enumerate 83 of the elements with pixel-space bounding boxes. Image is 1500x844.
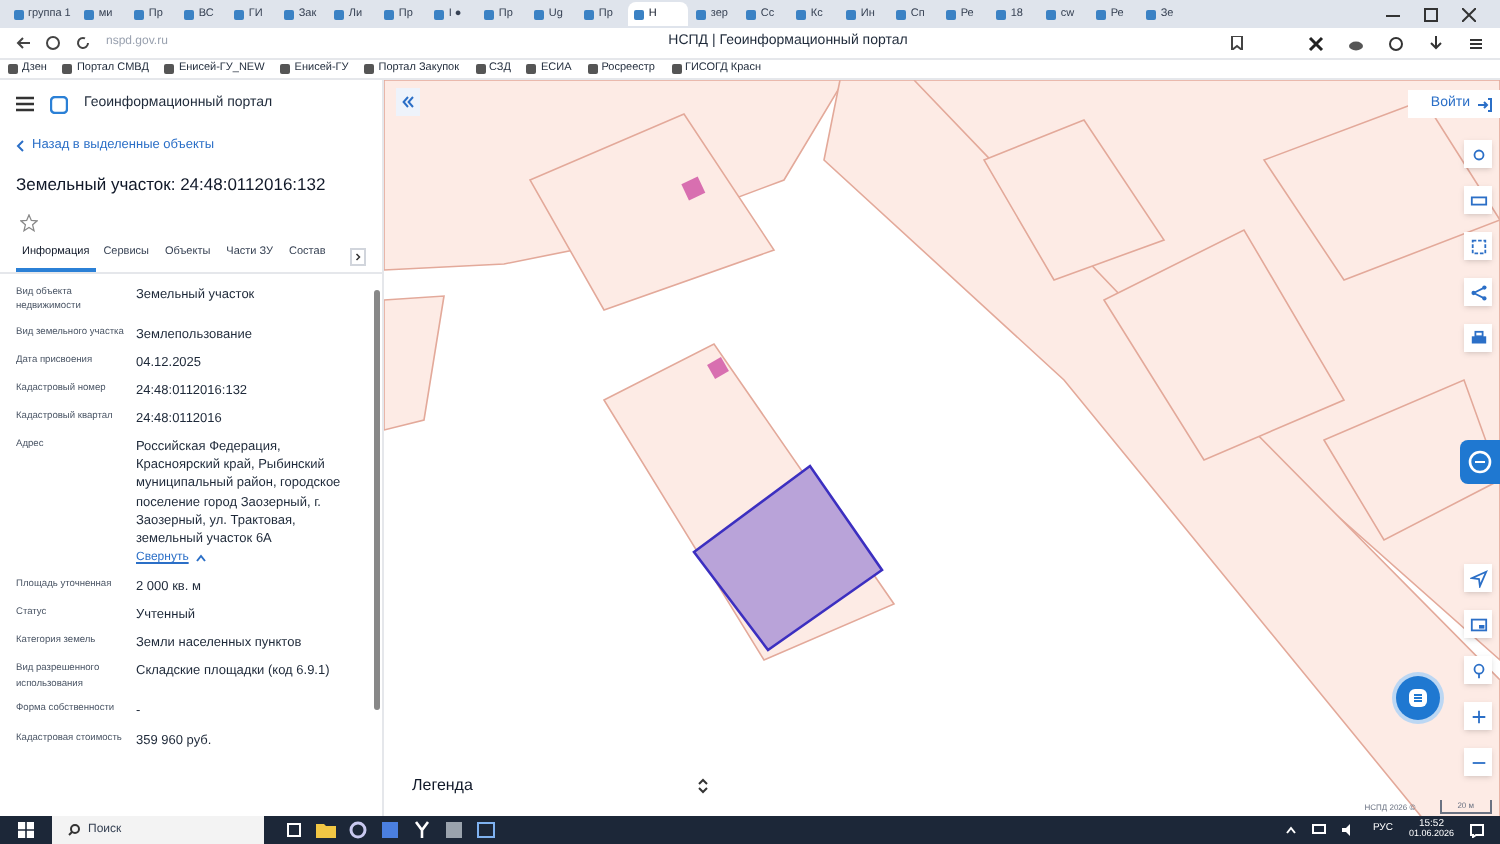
tab-favicon-icon [234,9,245,19]
search-icon [68,824,80,836]
login-icon [1478,97,1492,111]
star-icon[interactable] [20,213,38,231]
portal-logo-icon [50,95,68,113]
zoom-in-button[interactable] [1464,702,1492,730]
navigation-arrow-button[interactable] [1464,564,1492,592]
tab-favicon-icon [946,9,957,19]
tab-favicon-icon [14,9,24,19]
bookmark-favicon-icon [164,64,175,74]
tab-favicon-icon [696,9,707,19]
minimap-icon [1469,615,1487,633]
app-icon[interactable] [380,820,400,840]
bookmark-favicon-icon [8,64,18,74]
frame-button[interactable] [1464,232,1492,260]
tab-favicon-icon [334,9,345,19]
notification-icon[interactable] [1470,823,1484,837]
bookmark-favicon-icon [671,64,681,74]
bookmark-favicon-icon [280,64,291,74]
windows-start-icon[interactable] [18,822,34,838]
tab-favicon-icon [896,9,907,19]
list-icon [1408,688,1428,708]
folder-icon[interactable] [316,820,336,840]
back-arrow-icon[interactable] [16,36,30,50]
navigation-arrow-icon [1469,569,1487,587]
menu-icon[interactable] [1468,35,1484,51]
tab-favicon-icon [584,9,595,19]
bookmark-icon[interactable] [1230,36,1244,50]
bookmark-favicon-icon [475,64,486,74]
bookmark-favicon-icon [587,64,598,74]
share-button[interactable] [1464,278,1492,306]
browser-y-icon[interactable] [412,820,432,840]
assistant-button[interactable] [1396,676,1440,720]
ruler-button[interactable] [1464,186,1492,214]
minimap-button[interactable] [1464,610,1492,638]
tab-favicon-icon [996,9,1007,19]
close-icon[interactable] [1462,7,1476,21]
location-pin-icon [1469,661,1487,679]
up-down-caret-icon [698,778,708,794]
bookmark-favicon-icon [526,64,537,74]
tab-favicon-icon [484,9,495,19]
reload-icon[interactable] [76,36,90,50]
scrollbar[interactable] [374,289,380,709]
menu-icon[interactable] [16,96,34,112]
tab-favicon-icon [846,9,857,19]
printer-icon [1469,329,1487,347]
location-pin-button[interactable] [1464,656,1492,684]
tab-favicon-icon [1146,9,1157,19]
share-icon [1469,283,1487,301]
tab-favicon-icon [434,9,445,19]
tab-favicon-icon [796,9,807,19]
zoom-in-icon [1469,707,1487,725]
tab-favicon-icon [534,9,545,19]
selected-parcel[interactable] [692,464,884,652]
maximize-icon[interactable] [1424,7,1438,21]
tab-favicon-icon [284,9,295,19]
tab-favicon-icon [746,9,757,19]
tab-favicon-icon [134,9,145,19]
window-app-icon[interactable] [476,820,496,840]
tab-favicon-icon [84,9,95,19]
double-chevron-left-icon [402,96,414,108]
task-view-icon[interactable] [284,820,304,840]
bookmark-favicon-icon [364,64,375,74]
tab-favicon-icon [1046,9,1057,19]
chevron-left-icon [16,139,24,152]
collapse-panel-button[interactable] [396,88,420,116]
chevron-right-icon[interactable] [350,247,366,265]
chat-button[interactable] [1460,440,1500,484]
printer-button[interactable] [1464,324,1492,352]
tab-favicon-icon [634,9,645,19]
settings-button[interactable] [1464,140,1492,168]
chevron-up-icon[interactable] [1286,826,1297,834]
zoom-out-button[interactable] [1464,748,1492,776]
image-app-icon[interactable] [444,820,464,840]
download-icon[interactable] [1428,35,1444,51]
object-title: Земельный участок: 24:48:0112016:132 [14,171,328,197]
tab-favicon-icon [384,9,395,19]
frame-icon [1469,237,1487,255]
chevron-up-icon [196,554,207,563]
tab-favicon-icon [1096,9,1107,19]
ruler-icon [1469,191,1487,209]
tab-favicon-icon [184,9,195,19]
bookmark-favicon-icon [62,64,73,74]
